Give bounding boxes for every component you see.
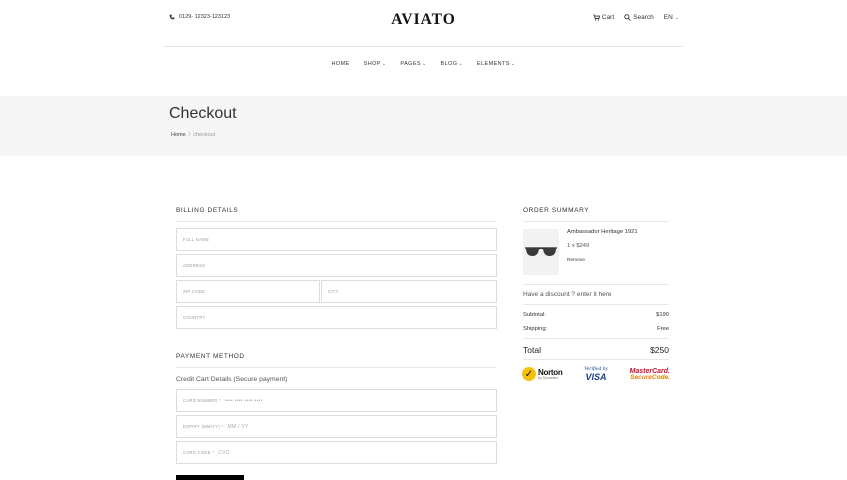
site-logo[interactable]: AVIATO (0, 11, 847, 29)
country-label: COUNTRY (183, 315, 206, 320)
billing-title: BILLING DETAILS (176, 207, 239, 214)
expiry-placeholder: MM / YY (227, 423, 249, 430)
city-label: CITY (328, 289, 339, 294)
nav-elements[interactable]: ELEMENTS ⌄ (477, 61, 515, 67)
chevron-down-icon: ⌄ (510, 61, 516, 67)
cart-link[interactable]: Cart (593, 14, 614, 21)
norton-sub: by Symantec (538, 375, 559, 380)
search-label: Search (633, 14, 654, 21)
nav-blog-label: BLOG (440, 61, 458, 67)
language-selector[interactable]: EN ⌄ (664, 14, 679, 21)
nav-pages[interactable]: PAGES ⌄ (400, 61, 426, 67)
subtotal-label: Subtotal: (523, 312, 546, 318)
address-field[interactable]: ADDRESS (176, 254, 497, 277)
visa-main: VISA (585, 371, 607, 382)
expiry-label: EXPIRY (MM/YY) * (183, 424, 224, 429)
cart-icon (593, 14, 600, 21)
card-code-placeholder: CVC (218, 449, 230, 456)
chevron-down-icon: ⌄ (674, 14, 679, 21)
breadcrumb-separator: / (188, 132, 191, 138)
discount-divider (523, 304, 669, 305)
place-order-button[interactable] (176, 475, 244, 480)
top-right-menu: Cart Search EN ⌄ (593, 14, 679, 21)
sunglasses-icon (525, 247, 557, 256)
verified-by-visa-badge: Verified by VISA (584, 366, 608, 382)
nav-shop-label: SHOP (363, 61, 381, 67)
page-title: Checkout (169, 105, 237, 122)
product-thumbnail[interactable] (523, 229, 559, 275)
zip-code-label: ZIP CODE (183, 289, 206, 294)
subtotal-value: $190 (656, 312, 669, 318)
country-field[interactable]: COUNTRY (176, 306, 497, 329)
language-label: EN (663, 14, 673, 21)
full-name-label: FULL NAME (183, 237, 210, 242)
total-divider (523, 359, 669, 360)
total-value: $250 (650, 345, 669, 355)
breadcrumb-current: checkout (193, 132, 216, 138)
card-number-label: CARD NUMBER * (183, 398, 221, 403)
product-name[interactable]: Ambassador Heritage 1921 (567, 229, 638, 235)
mastercard-securecode-badge: MasterCard. SecureCode. (630, 368, 670, 382)
main-nav: HOME SHOP ⌄ PAGES ⌄ BLOG ⌄ ELEMENTS ⌄ (0, 61, 847, 67)
product-price: 1 x $249 (567, 243, 590, 249)
norton-badge: ✓ Norton by Symantec (522, 367, 563, 382)
nav-home-label: HOME (331, 61, 350, 67)
shipping-label: Shipping: (523, 326, 548, 332)
search-link[interactable]: Search (624, 14, 654, 21)
nav-blog[interactable]: BLOG ⌄ (441, 61, 463, 67)
card-code-label: CARD CODE * (183, 450, 215, 455)
cart-label: Cart (601, 14, 615, 21)
expiry-field[interactable]: EXPIRY (MM/YY) * MM / YY (176, 415, 497, 438)
chevron-down-icon: ⌄ (421, 61, 427, 67)
total-row: Total $250 (523, 345, 669, 355)
total-label: Total (523, 345, 541, 355)
shipping-row: Shipping: Free (523, 326, 669, 332)
card-number-placeholder: •••• •••• •••• •••• (224, 397, 263, 404)
discount-link[interactable]: Have a discount ? enter it here (523, 291, 612, 298)
shipping-value: Free (657, 326, 669, 332)
breadcrumb-home[interactable]: Home (171, 132, 186, 138)
address-label: ADDRESS (183, 263, 206, 268)
remove-link[interactable]: Remove (567, 258, 585, 263)
order-divider (523, 221, 669, 222)
payment-title: PAYMENT METHOD (176, 353, 245, 360)
full-name-field[interactable]: FULL NAME (176, 228, 497, 251)
checkmark-icon: ✓ (522, 367, 536, 382)
payment-subtitle: Credit Cart Details (Secure payment) (176, 376, 288, 383)
payment-divider (176, 367, 496, 368)
nav-pages-label: PAGES (400, 61, 421, 67)
chevron-down-icon: ⌄ (458, 61, 464, 67)
card-number-field[interactable]: CARD NUMBER * •••• •••• •••• •••• (176, 389, 497, 412)
card-code-field[interactable]: CARD CODE * CVC (176, 441, 497, 464)
zip-code-field[interactable]: ZIP CODE (176, 280, 320, 303)
mastercard-main: SecureCode. (630, 373, 670, 381)
order-summary-title: ORDER SUMMARY (523, 207, 590, 214)
top-bar: 0129- 12323-123123 AVIATO Cart Search EN… (0, 0, 847, 46)
city-field[interactable]: CITY (321, 280, 497, 303)
breadcrumb: Home / checkout (171, 132, 215, 138)
nav-elements-label: ELEMENTS (477, 61, 510, 67)
billing-divider (176, 221, 496, 222)
header-divider (163, 46, 683, 47)
totals-divider (523, 338, 669, 339)
subtotal-row: Subtotal: $190 (523, 312, 669, 318)
search-icon (624, 14, 631, 21)
page-header: Checkout Home / checkout (0, 96, 847, 156)
chevron-down-icon: ⌄ (381, 61, 387, 67)
product-divider (523, 284, 669, 285)
nav-shop[interactable]: SHOP ⌄ (364, 61, 387, 67)
security-badges: ✓ Norton by Symantec Verified by VISA Ma… (522, 366, 670, 382)
nav-home[interactable]: HOME (332, 61, 350, 67)
